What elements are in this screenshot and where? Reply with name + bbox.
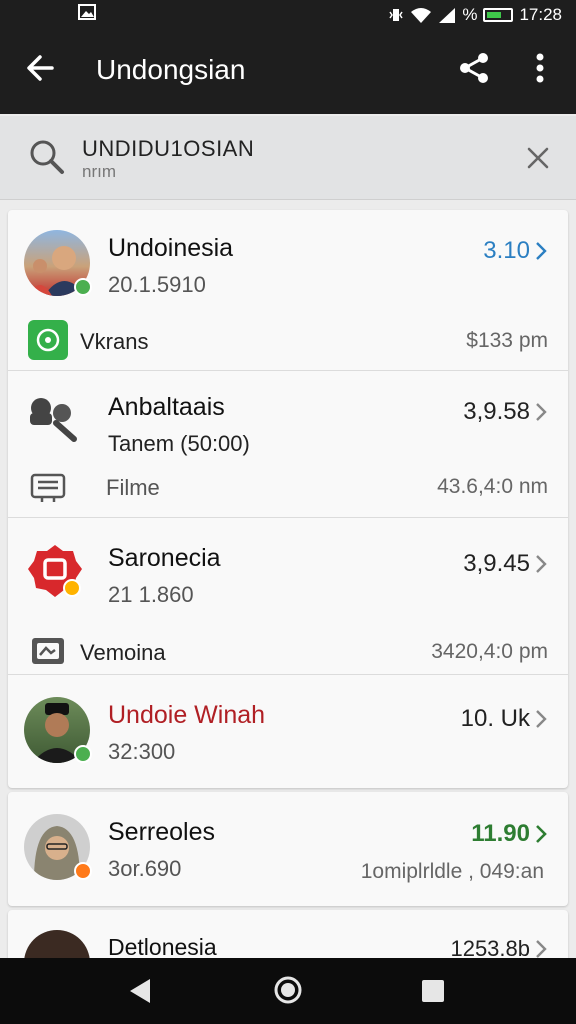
nav-home-icon[interactable]: [272, 974, 304, 1006]
chevron-right-icon: [536, 940, 547, 958]
list-item[interactable]: Undoinesia 20.1.5910 3.10 Vkrans $133 pm: [8, 210, 568, 370]
item-meta-label: Filme: [106, 475, 160, 500]
battery-icon: [483, 8, 514, 22]
item-value: 3,9.58: [463, 398, 530, 425]
item-sub: 20.1.5910: [108, 272, 206, 297]
item-meta-time: 3420,4:0 pm: [431, 640, 548, 663]
status-icons: % 17:28: [388, 5, 562, 25]
results-card: Serreoles 3or.690 11.90 1omiplrldle , 04…: [8, 792, 568, 906]
chevron-right-icon: [536, 825, 547, 843]
search-input[interactable]: UNDIDU1OSIAN: [82, 136, 254, 162]
item-name: Anbaltaais: [108, 393, 225, 421]
item-name: Undoinesia: [108, 234, 234, 262]
item-sub: 3or.690: [108, 856, 182, 881]
image-notification-icon: [78, 4, 96, 25]
wifi-icon: [411, 8, 432, 23]
film-icon: [30, 473, 66, 502]
item-meta-time: 1omiplrldle , 049:an: [360, 860, 544, 883]
app-logo-icon: [28, 545, 82, 597]
nav-recents-icon[interactable]: [420, 978, 446, 1004]
image-icon: [32, 638, 64, 664]
share-icon[interactable]: [456, 50, 492, 86]
item-name: Saronecia: [108, 544, 221, 572]
status-badge: [74, 862, 92, 880]
list-item[interactable]: Serreoles 3or.690 11.90 1omiplrldle , 04…: [8, 792, 568, 906]
item-meta-time: $133 pm: [466, 329, 548, 352]
back-arrow-icon[interactable]: [22, 48, 62, 88]
item-value: 3.10: [483, 237, 530, 264]
item-value: 10. Uk: [460, 705, 530, 732]
close-icon[interactable]: [522, 142, 554, 174]
item-name: Detlonesia: [108, 934, 217, 960]
online-badge: [74, 278, 92, 296]
chevron-right-icon: [536, 555, 547, 573]
item-meta-label: Vemoina: [80, 640, 166, 665]
item-sub: Tanem (50:00): [108, 431, 250, 456]
signal-icon: [439, 8, 456, 23]
contacts-icon: [30, 398, 77, 442]
whatsapp-icon: [28, 320, 68, 360]
item-value: 3,9.45: [463, 550, 530, 577]
item-sub: 21 1.860: [108, 582, 194, 607]
online-badge: [74, 745, 92, 763]
page-title: Undongsian: [96, 54, 246, 85]
search-icon: [30, 140, 64, 174]
results-card: Undoinesia 20.1.5910 3.10 Vkrans $133 pm…: [8, 210, 568, 788]
system-nav-bar: [0, 958, 576, 1024]
nav-back-icon[interactable]: [126, 976, 154, 1006]
list-item[interactable]: Anbaltaais Tanem (50:00) 3,9.58 Filme 43…: [8, 371, 568, 517]
vibrate-icon: [389, 9, 403, 21]
item-name: Serreoles: [108, 818, 215, 846]
item-value: 11.90: [471, 820, 530, 847]
app-bar: Undongsian: [0, 30, 576, 114]
item-meta-label: Vkrans: [80, 329, 149, 354]
search-hint: nrım: [82, 162, 116, 181]
item-sub: 32:300: [108, 739, 176, 764]
chevron-right-icon: [536, 710, 547, 728]
item-name: Undoie Winah: [108, 701, 266, 729]
item-meta-time: 43.6,4:0 nm: [437, 475, 548, 498]
search-bar[interactable]: UNDIDU1OSIAN nrım: [0, 116, 576, 200]
chevron-right-icon: [536, 403, 547, 421]
battery-percent: %: [462, 5, 478, 24]
status-bar: % 17:28: [0, 0, 576, 30]
chevron-right-icon: [536, 242, 547, 260]
list-item[interactable]: Saronecia 21 1.860 3,9.45 Vemoina 3420,4…: [8, 518, 568, 674]
clock: 17:28: [519, 5, 562, 24]
more-vert-icon[interactable]: [524, 50, 556, 86]
list-item[interactable]: Undoie Winah 32:300 10. Uk: [8, 675, 568, 788]
